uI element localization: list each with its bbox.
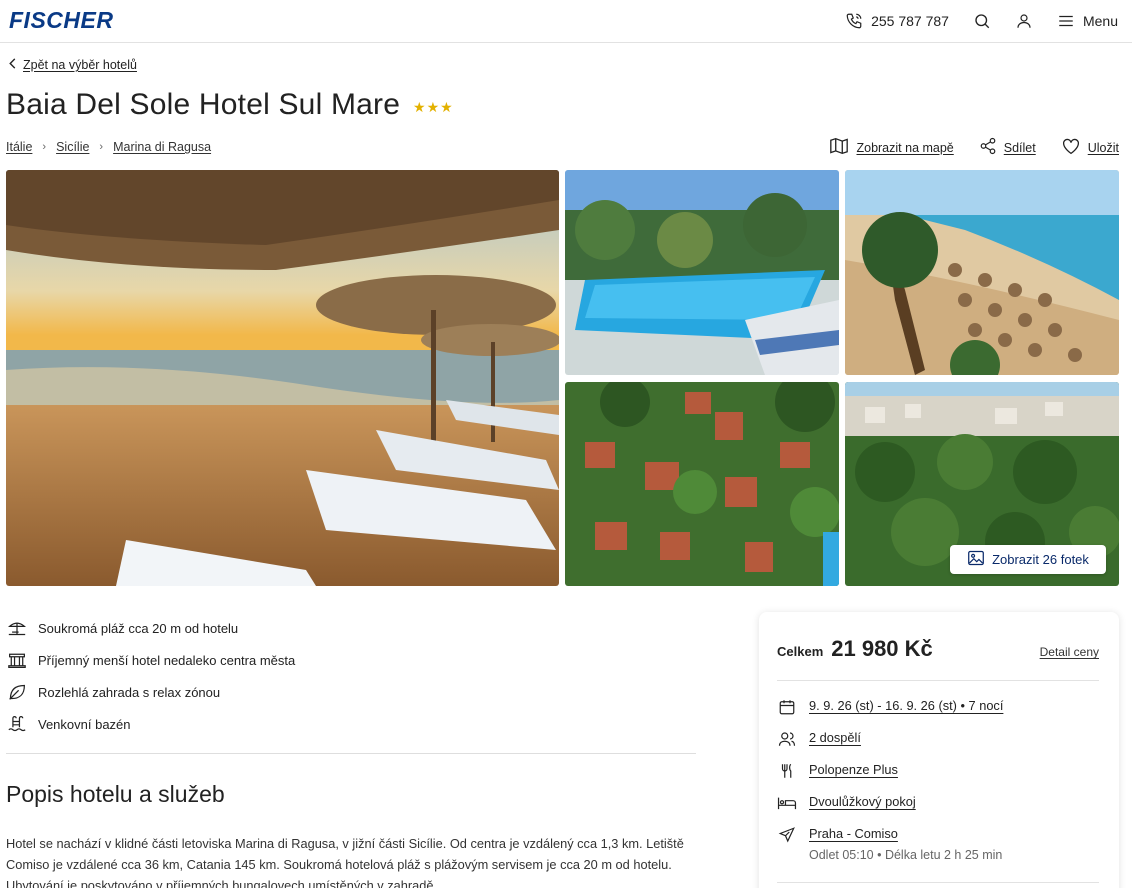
photo-pool[interactable] [565,170,839,375]
account-button[interactable] [1015,12,1033,30]
room-label: Dvoulůžkový pokoj [809,794,916,809]
calendar-icon [777,698,797,716]
airplane-icon [777,826,797,844]
feature-text: Venkovní bazén [38,716,131,732]
phone-icon [845,12,863,30]
menu-button[interactable]: Menu [1057,12,1118,30]
flight-option[interactable]: Praha - Comiso Odlet 05:10 • Délka letu … [777,826,1002,862]
people-icon [777,730,797,748]
leaf-icon [6,683,28,701]
fischer-logo[interactable]: FISCHER [9,7,113,34]
feature-item: Rozlehlá zahrada s relax zónou [6,676,295,708]
chevron-left-icon [8,58,17,72]
feature-item: Příjemný menší hotel nedaleko centra měs… [6,644,295,676]
feature-item: Soukromá pláž cca 20 m od hotelu [6,612,295,644]
flight-info: Odlet 05:10 • Délka letu 2 h 25 min [809,848,1003,862]
share-button[interactable]: Sdílet [979,137,1036,158]
hotel-title: Baia Del Sole Hotel Sul Mare [6,88,401,121]
breadcrumb-region[interactable]: Sicílie [56,140,89,154]
photo-bungalows-aerial[interactable] [565,382,839,586]
user-icon [1015,12,1033,30]
section-divider [6,753,696,754]
hamburger-icon [1057,12,1075,30]
description-heading: Popis hotelu a služeb [6,781,225,807]
save-button[interactable]: Uložit [1061,137,1119,158]
breadcrumb: Itálie › Sicílie › Marina di Ragusa [6,140,211,154]
site-header: FISCHER 255 787 787 Menu [0,0,1132,43]
search-button[interactable] [973,12,991,30]
hotel-actions: Zobrazit na mapě Sdílet Uložit [804,137,1119,158]
building-icon [6,651,28,669]
flight-route: Praha - Comiso [809,826,898,841]
board-option[interactable]: Polopenze Plus [777,762,898,780]
card-divider [777,882,1099,883]
back-link-label: Zpět na výběr hotelů [23,58,137,72]
save-label: Uložit [1087,140,1119,155]
photo-beach-aerial[interactable] [845,170,1119,375]
total-price: 21 980 Kč [831,636,933,661]
image-gallery-icon [967,550,985,569]
fork-knife-icon [777,762,797,780]
dates-label: 9. 9. 26 (st) - 16. 9. 26 (st) • 7 nocí [809,698,1004,713]
header-actions: 255 787 787 Menu [821,0,1118,42]
room-option[interactable]: Dvoulůžkový pokoj [777,794,916,812]
show-all-photos-button[interactable]: Zobrazit 26 fotek [950,545,1106,574]
card-divider [777,680,1099,681]
map-icon [829,137,849,158]
share-label: Sdílet [1003,140,1036,155]
breadcrumb-country[interactable]: Itálie [6,140,32,154]
travelers-option[interactable]: 2 dospělí [777,730,861,748]
price-card: Celkem 21 980 Kč Detail ceny 9. 9. 26 (s… [759,612,1119,888]
photo-beach-main[interactable] [6,170,559,586]
travelers-label: 2 dospělí [809,730,861,745]
menu-label: Menu [1082,13,1118,29]
feature-text: Soukromá pláž cca 20 m od hotelu [38,620,239,636]
star-icon: ★ [440,99,453,115]
breadcrumb-resort[interactable]: Marina di Ragusa [113,140,211,154]
back-to-hotels-link[interactable]: Zpět na výběr hotelů [8,58,137,72]
board-label: Polopenze Plus [809,762,898,777]
description-text: Hotel se nachází v klidné části letovisk… [6,836,684,888]
hotel-stars: ★ ★ ★ [413,100,453,114]
bed-icon [777,794,797,812]
chevron-right-icon: › [42,141,47,153]
feature-text: Rozlehlá zahrada s relax zónou [38,684,221,700]
phone-link[interactable]: 255 787 787 [845,12,949,30]
beach-umbrella-icon [6,619,28,637]
show-map-button[interactable]: Zobrazit na mapě [829,137,954,158]
feature-text: Příjemný menší hotel nedaleko centra měs… [38,652,296,668]
star-icon: ★ [426,99,440,115]
price-summary: Celkem 21 980 Kč Detail ceny [777,636,1099,662]
show-map-label: Zobrazit na mapě [856,140,954,155]
chevron-right-icon: › [99,141,104,153]
total-label: Celkem [777,644,824,659]
share-icon [979,137,997,158]
star-icon: ★ [413,99,426,115]
pool-icon [6,715,28,733]
show-photos-label: Zobrazit 26 fotek [992,552,1089,567]
heart-icon [1061,137,1081,158]
hotel-features: Soukromá pláž cca 20 m od hotelu Příjemn… [6,612,295,740]
search-icon [973,12,991,30]
price-detail-link[interactable]: Detail ceny [1040,645,1099,659]
feature-item: Venkovní bazén [6,708,295,740]
phone-number: 255 787 787 [871,13,949,29]
dates-option[interactable]: 9. 9. 26 (st) - 16. 9. 26 (st) • 7 nocí [777,698,1003,716]
